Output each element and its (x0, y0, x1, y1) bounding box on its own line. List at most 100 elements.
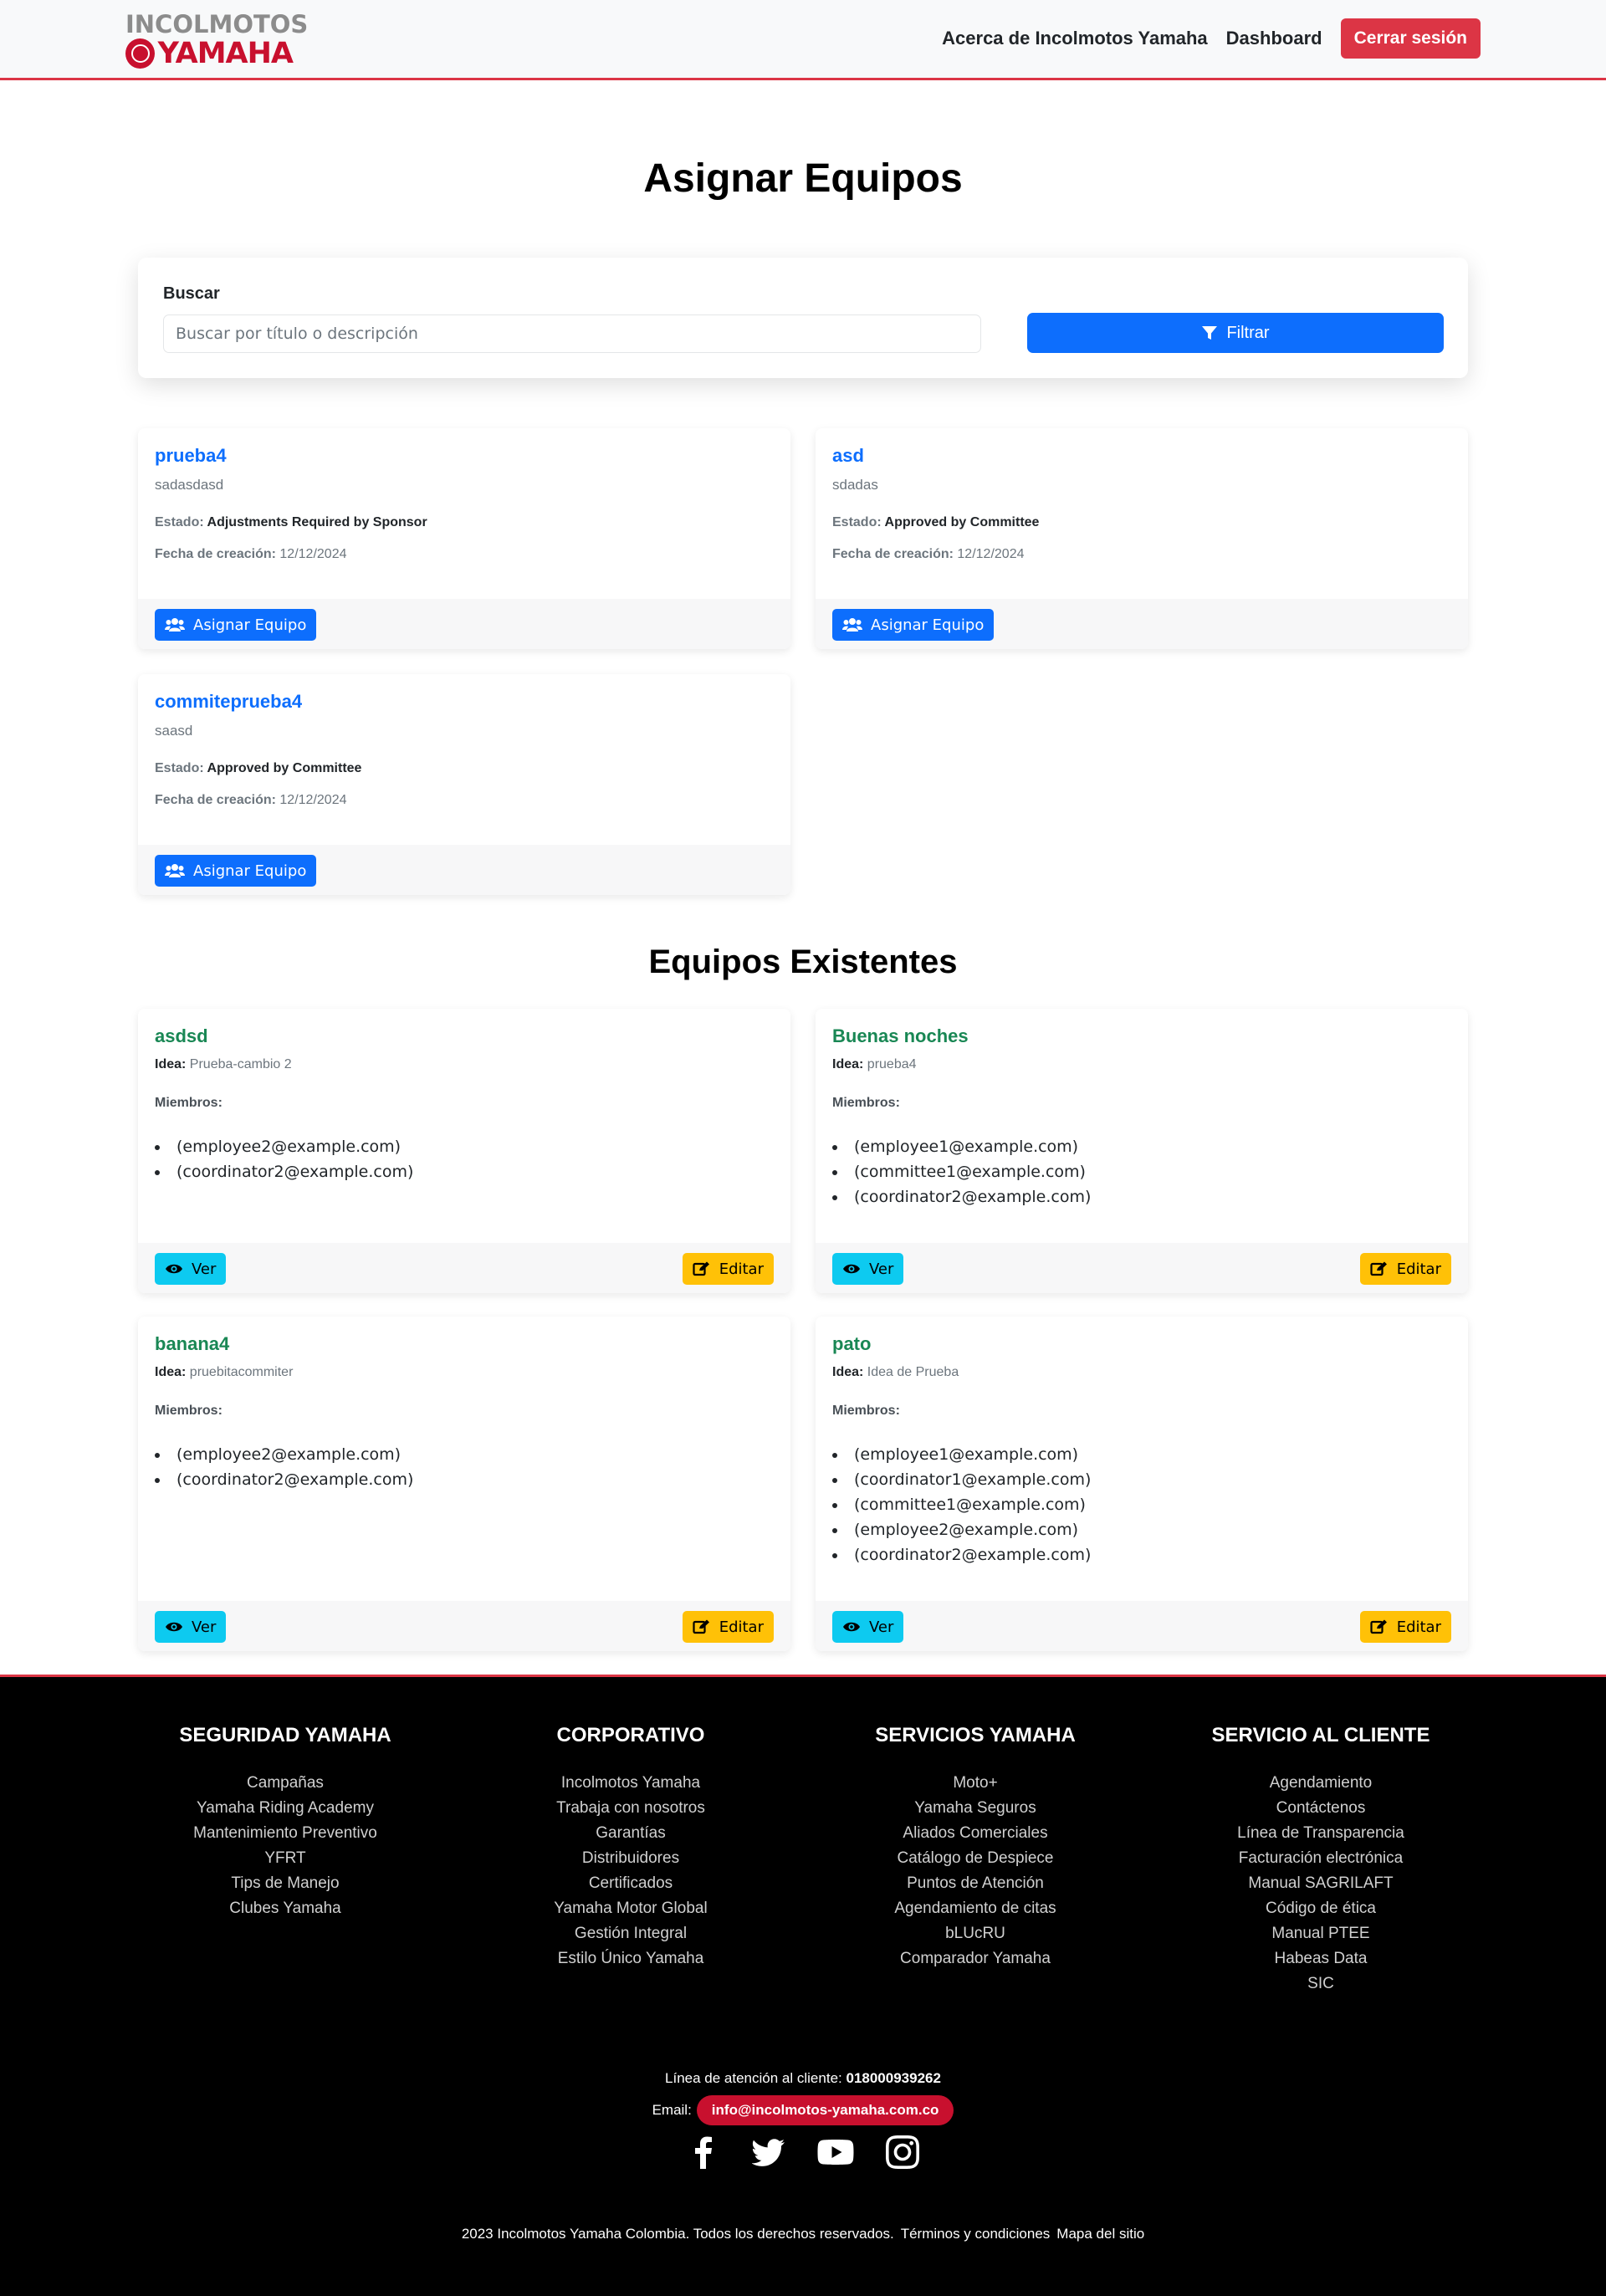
filter-button-label: Filtrar (1226, 323, 1270, 342)
footer-link[interactable]: Agendamiento de citas (833, 1896, 1118, 1921)
idea-title[interactable]: commiteprueba4 (155, 691, 302, 713)
eye-icon (166, 1264, 182, 1274)
team-idea: Idea: prueba4 (832, 1057, 917, 1071)
copyright-text: 2023 Incolmotos Yamaha Colombia. Todos l… (461, 2226, 894, 2242)
footer-link[interactable]: Moto+ (833, 1771, 1118, 1796)
logout-button[interactable]: Cerrar sesión (1340, 18, 1481, 59)
brand-logo[interactable]: INCOLMOTOS YAMAHA (125, 12, 308, 70)
team-idea: Idea: pruebitacommiter (155, 1365, 294, 1379)
footer-link[interactable]: Garantías (488, 1821, 773, 1846)
idea-date-value: 12/12/2024 (279, 793, 347, 807)
team-idea: Idea: Prueba-cambio 2 (155, 1057, 292, 1071)
idea-status: Estado: Adjustments Required by Sponsor (155, 515, 427, 529)
view-team-button[interactable]: Ver (155, 1253, 227, 1285)
twitter-icon[interactable] (752, 2135, 785, 2169)
email-link[interactable]: info@incolmotos-yamaha.com.co (696, 2095, 954, 2125)
edit-team-button[interactable]: Editar (682, 1611, 774, 1643)
footer-column-seguridad: SEGURIDAD YAMAHA Campañas Yamaha Riding … (143, 1724, 427, 1921)
footer-link[interactable]: Aliados Comerciales (833, 1821, 1118, 1846)
footer-link[interactable]: Incolmotos Yamaha (488, 1771, 773, 1796)
idea-date: Fecha de creación: 12/12/2024 (155, 793, 347, 807)
assign-team-button[interactable]: Asignar Equipo (155, 609, 317, 641)
idea-status-value: Adjustments Required by Sponsor (207, 515, 427, 529)
footer-link[interactable]: Agendamiento (1179, 1771, 1463, 1796)
assign-team-button[interactable]: Asignar Equipo (155, 855, 317, 887)
filter-icon (1202, 326, 1218, 340)
footer-column-title: SEGURIDAD YAMAHA (179, 1724, 391, 1746)
customer-service-phone[interactable]: 018000939262 (846, 2070, 940, 2086)
assign-team-button[interactable]: Asignar Equipo (832, 609, 995, 641)
edit-icon (693, 1619, 709, 1634)
footer-link[interactable]: SIC (1179, 1971, 1463, 1997)
team-card: pato Idea: Idea de Prueba Miembros: (emp… (816, 1317, 1468, 1651)
footer-column-servicio-cliente: SERVICIO AL CLIENTE Agendamiento Contáct… (1179, 1724, 1463, 1997)
idea-title[interactable]: asd (832, 445, 864, 467)
brand-logo-bottom: YAMAHA (157, 37, 294, 70)
edit-icon (1370, 1619, 1387, 1634)
footer-column-title: SERVICIOS YAMAHA (875, 1724, 1076, 1746)
eye-icon (843, 1622, 860, 1632)
team-name: asdsd (155, 1025, 208, 1046)
footer-link[interactable]: Contáctenos (1179, 1796, 1463, 1821)
footer-link[interactable]: Código de ética (1179, 1896, 1463, 1921)
footer-link[interactable]: Puntos de Atención (833, 1871, 1118, 1896)
member-item: (employee1@example.com) (832, 1442, 1091, 1467)
filter-button[interactable]: Filtrar (1027, 313, 1444, 353)
footer-link[interactable]: Yamaha Motor Global (488, 1896, 773, 1921)
email-row: Email: info@incolmotos-yamaha.com.co (0, 2095, 1606, 2125)
footer-link[interactable]: Estilo Único Yamaha (488, 1946, 773, 1971)
members-list: (employee1@example.com) (committee1@exam… (832, 1134, 1091, 1209)
team-card-footer: Ver Editar (138, 1243, 790, 1293)
footer-link[interactable]: Distribuidores (488, 1846, 773, 1871)
sitemap-link[interactable]: Mapa del sitio (1056, 2226, 1144, 2242)
terms-link[interactable]: Términos y condiciones (901, 2226, 1051, 2242)
idea-status: Estado: Approved by Committee (155, 761, 362, 775)
youtube-icon[interactable] (817, 2135, 854, 2169)
view-team-button[interactable]: Ver (155, 1611, 227, 1643)
edit-team-button[interactable]: Editar (1359, 1611, 1451, 1643)
footer-link[interactable]: Línea de Transparencia (1179, 1821, 1463, 1846)
member-item: (coordinator2@example.com) (832, 1184, 1091, 1209)
footer-link[interactable]: Mantenimiento Preventivo (143, 1821, 427, 1846)
footer-link[interactable]: Campañas (143, 1771, 427, 1796)
edit-team-button[interactable]: Editar (682, 1253, 774, 1285)
edit-team-button[interactable]: Editar (1359, 1253, 1451, 1285)
customer-service-line: Línea de atención al cliente: 0180009392… (665, 2070, 941, 2086)
instagram-icon[interactable] (886, 2135, 919, 2169)
idea-card-footer: Asignar Equipo (138, 599, 790, 649)
nav-dashboard-link[interactable]: Dashboard (1226, 28, 1322, 49)
footer-link[interactable]: Tips de Manejo (143, 1871, 427, 1896)
nav-about-link[interactable]: Acerca de Incolmotos Yamaha (942, 28, 1208, 49)
footer-link[interactable]: Manual SAGRILAFT (1179, 1871, 1463, 1896)
view-team-button[interactable]: Ver (832, 1253, 904, 1285)
footer-link[interactable]: Manual PTEE (1179, 1921, 1463, 1946)
copyright-line: 2023 Incolmotos Yamaha Colombia. Todos l… (0, 2226, 1606, 2242)
footer-link[interactable]: YFRT (143, 1846, 427, 1871)
page-title: Asignar Equipos (643, 156, 963, 201)
eye-icon (166, 1622, 182, 1632)
footer-link[interactable]: Clubes Yamaha (143, 1896, 427, 1921)
idea-description: sadasdasd (155, 477, 224, 493)
footer-link[interactable]: Facturación electrónica (1179, 1846, 1463, 1871)
idea-card-footer: Asignar Equipo (816, 599, 1468, 649)
member-item: (committee1@example.com) (832, 1492, 1091, 1517)
view-team-button[interactable]: Ver (832, 1611, 904, 1643)
footer-link[interactable]: Trabaja con nosotros (488, 1796, 773, 1821)
edit-icon (693, 1261, 709, 1276)
team-name: Buenas noches (832, 1025, 969, 1046)
footer-link[interactable]: Habeas Data (1179, 1946, 1463, 1971)
footer-link[interactable]: bLUcRU (833, 1921, 1118, 1946)
team-name: pato (832, 1333, 872, 1354)
footer-link[interactable]: Catálogo de Despiece (833, 1846, 1118, 1871)
members-list: (employee1@example.com) (coordinator1@ex… (832, 1442, 1091, 1567)
members-list: (employee2@example.com) (coordinator2@ex… (155, 1442, 413, 1492)
idea-title[interactable]: prueba4 (155, 445, 227, 467)
footer-link[interactable]: Yamaha Riding Academy (143, 1796, 427, 1821)
footer-link[interactable]: Yamaha Seguros (833, 1796, 1118, 1821)
search-input[interactable] (163, 314, 981, 353)
footer-link[interactable]: Gestión Integral (488, 1921, 773, 1946)
facebook-icon[interactable] (687, 2135, 720, 2169)
footer-link[interactable]: Certificados (488, 1871, 773, 1896)
footer-link[interactable]: Comparador Yamaha (833, 1946, 1118, 1971)
idea-card-footer: Asignar Equipo (138, 845, 790, 895)
